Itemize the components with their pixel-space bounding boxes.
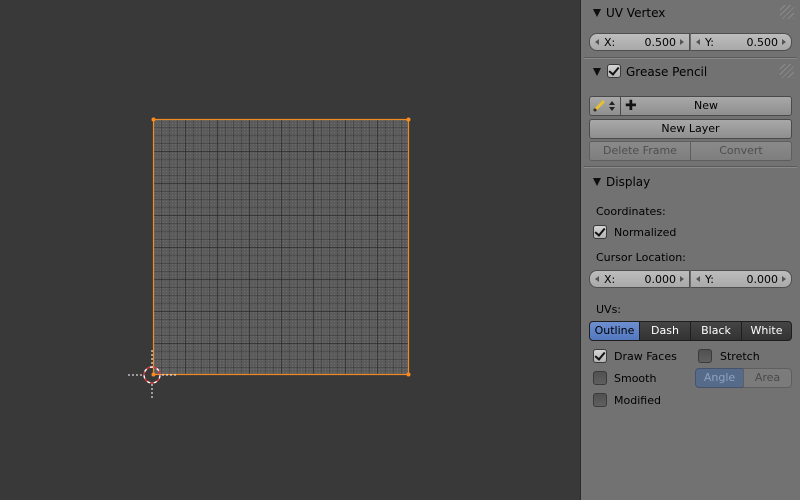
smooth-label: Smooth (614, 372, 657, 385)
uv-overlay (128, 117, 411, 400)
x-label: X: (604, 36, 616, 49)
increment-arrow-icon[interactable] (680, 39, 684, 45)
uv-viewport[interactable] (0, 0, 580, 500)
convert-button[interactable]: Convert (690, 141, 792, 161)
stretch-mode-angle-button[interactable]: Angle (695, 368, 744, 388)
cursor-x-field[interactable]: X: 0.000 (589, 270, 690, 288)
normalized-label: Normalized (614, 226, 677, 239)
decrement-arrow-icon[interactable] (595, 39, 599, 45)
display-title: Display (606, 175, 651, 189)
uv-mode-white-button[interactable]: White (741, 321, 792, 341)
decrement-arrow-icon[interactable] (595, 276, 599, 282)
drag-grip-icon[interactable] (780, 5, 794, 19)
section-divider (584, 57, 797, 59)
grease-pencil-header[interactable]: Grease Pencil (581, 60, 800, 84)
stretch-mode-area-button[interactable]: Area (743, 368, 792, 388)
cursor-x-label: X: (604, 273, 616, 286)
grease-pencil-browse-button[interactable] (589, 96, 621, 116)
grease-pencil-title: Grease Pencil (626, 65, 708, 79)
new-label: New (694, 99, 718, 112)
delete-frame-label: Delete Frame (603, 144, 677, 157)
convert-label: Convert (719, 144, 763, 157)
grease-pencil-enable-checkbox[interactable] (607, 64, 621, 78)
cursor-x-value: 0.000 (644, 273, 677, 286)
cursor-y-field[interactable]: Y: 0.000 (690, 270, 792, 288)
new-layer-button[interactable]: New Layer (589, 119, 792, 139)
cursor-location-label: Cursor Location: (596, 251, 686, 264)
modified-label: Modified (614, 394, 661, 407)
increment-arrow-icon[interactable] (680, 276, 684, 282)
modified-checkbox[interactable] (593, 393, 607, 407)
stretch-label: Stretch (720, 350, 760, 363)
stretch-checkbox[interactable] (698, 349, 712, 363)
decrement-arrow-icon[interactable] (696, 39, 700, 45)
uv-vertex-bottom-right[interactable] (406, 372, 411, 377)
new-layer-label: New Layer (661, 122, 720, 135)
increment-arrow-icon[interactable] (782, 39, 786, 45)
y-label: Y: (705, 36, 714, 49)
uvs-label: UVs: (596, 303, 622, 316)
uv-vertex-top-right[interactable] (406, 117, 411, 122)
collapse-triangle-icon[interactable] (593, 178, 601, 186)
smooth-checkbox[interactable] (593, 371, 607, 385)
display-header[interactable]: Display (581, 170, 800, 194)
uv-vertex-header[interactable]: UV Vertex (581, 1, 800, 25)
uv-face-outline (152, 118, 410, 376)
delete-frame-button[interactable]: Delete Frame (589, 141, 691, 161)
decrement-arrow-icon[interactable] (696, 276, 700, 282)
normalized-checkbox[interactable] (593, 225, 607, 239)
drag-grip-icon[interactable] (780, 64, 794, 78)
uv-vertex-title: UV Vertex (606, 6, 666, 20)
properties-panel: UV Vertex X: 0.500 Y: 0.500 Grease Penci… (580, 0, 800, 500)
cursor-y-value: 0.000 (746, 273, 779, 286)
uv-mode-black-button[interactable]: Black (690, 321, 742, 341)
checkmark-icon (608, 64, 620, 76)
checkmark-icon (594, 349, 606, 361)
uv-image-editor: UV Vertex X: 0.500 Y: 0.500 Grease Penci… (0, 0, 800, 500)
section-divider (584, 166, 797, 168)
uv-vertex-bottom-left[interactable] (151, 372, 156, 377)
y-value: 0.500 (746, 36, 779, 49)
pencil-icon (592, 99, 615, 113)
uv-mode-dash-button[interactable]: Dash (639, 321, 691, 341)
uv-vertex-y-field[interactable]: Y: 0.500 (690, 33, 792, 51)
uv-vertex-top-left[interactable] (151, 117, 156, 122)
collapse-triangle-icon[interactable] (593, 9, 601, 17)
checkmark-icon (594, 225, 606, 237)
cursor-y-label: Y: (705, 273, 714, 286)
grease-pencil-new-button[interactable]: ✚ New (620, 96, 792, 116)
increment-arrow-icon[interactable] (782, 276, 786, 282)
coordinates-label: Coordinates: (596, 205, 666, 218)
uv-mode-outline-button[interactable]: Outline (589, 321, 640, 341)
x-value: 0.500 (644, 36, 677, 49)
draw-faces-checkbox[interactable] (593, 349, 607, 363)
uv-vertex-x-field[interactable]: X: 0.500 (589, 33, 690, 51)
draw-faces-label: Draw Faces (614, 350, 677, 363)
plus-icon: ✚ (625, 98, 637, 114)
collapse-triangle-icon[interactable] (593, 68, 601, 76)
